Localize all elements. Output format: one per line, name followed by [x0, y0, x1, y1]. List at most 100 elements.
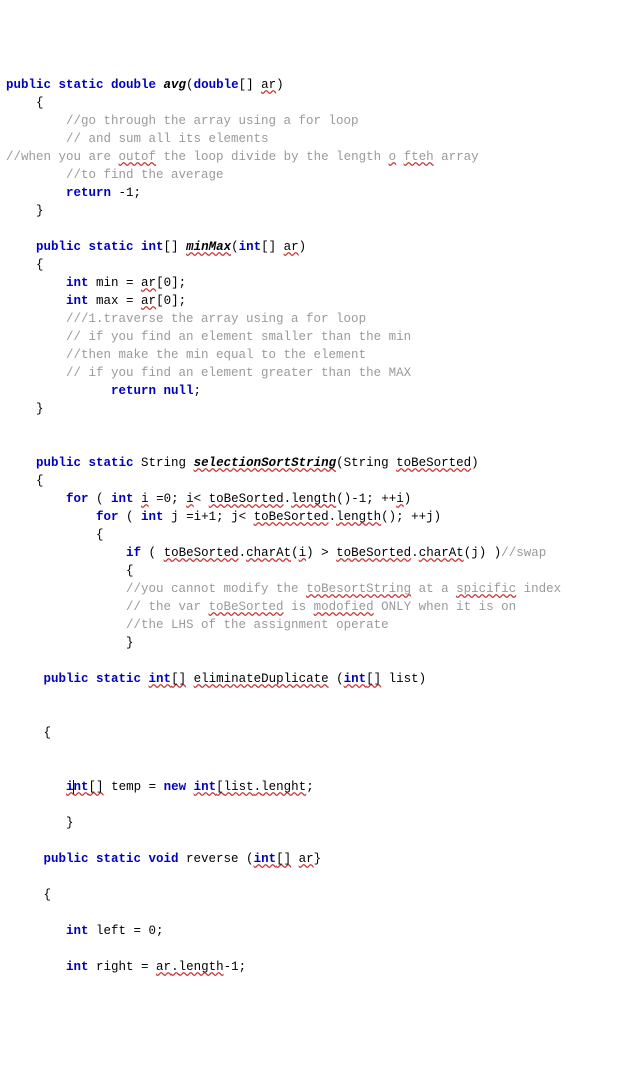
type-int: int: [344, 672, 367, 686]
field-length: lenght: [261, 780, 306, 794]
paren-close: (j) ): [464, 546, 502, 560]
paren-open: (: [231, 240, 239, 254]
lbrace: {: [36, 258, 44, 272]
comment-line: //then make the min equal to the element: [66, 348, 366, 362]
type-string: String: [141, 456, 194, 470]
method-length: length: [336, 510, 381, 524]
type-double: double: [194, 78, 239, 92]
type-int: int: [149, 672, 172, 686]
lt: <: [194, 492, 209, 506]
kw-return: return null: [111, 384, 194, 398]
param-ar: ar: [261, 78, 276, 92]
kw-public: public static double: [6, 78, 164, 92]
idx: [0];: [156, 294, 186, 308]
paren-close: ): [404, 492, 412, 506]
decl-max: max =: [89, 294, 142, 308]
comment-line: // if you find an element smaller than t…: [66, 330, 411, 344]
semi: ;: [306, 780, 314, 794]
comment-line: //the LHS of the assignment operate: [126, 618, 389, 632]
type-int: int: [194, 780, 217, 794]
comment-line: // and sum all its elements: [66, 132, 269, 146]
paren: (: [89, 492, 112, 506]
paren: (: [291, 546, 299, 560]
comment-swap: //swap: [501, 546, 546, 560]
method-length: length: [291, 492, 336, 506]
rbrace: }: [36, 402, 44, 416]
method-selsort: selectionSortString: [194, 456, 337, 470]
end: (); ++j): [381, 510, 441, 524]
kw-int: int: [66, 924, 89, 938]
type-int: int: [239, 240, 262, 254]
var-ar: ar: [141, 294, 156, 308]
return-value: -1;: [111, 186, 141, 200]
brackets: []: [171, 672, 186, 686]
kw-int: int: [111, 492, 134, 506]
method-eliminate: eliminateDuplicate: [194, 672, 329, 686]
kw-public: public static: [36, 456, 141, 470]
param-ar: ar: [284, 240, 299, 254]
paren: (: [329, 672, 344, 686]
type-int: int: [254, 852, 277, 866]
dot: .: [171, 960, 179, 974]
lbrace: {: [96, 528, 104, 542]
sp: [186, 672, 194, 686]
dot: .: [239, 546, 247, 560]
brace-typo: }: [314, 852, 322, 866]
type-int: int: [66, 780, 89, 794]
semi: ;: [194, 384, 202, 398]
kw-public: public static void: [44, 852, 179, 866]
eq: =0;: [149, 492, 187, 506]
paren-close: ): [471, 456, 479, 470]
lbrace: {: [36, 474, 44, 488]
paren: (: [141, 546, 164, 560]
var-i: i: [396, 492, 404, 506]
kw-public: public static: [44, 672, 149, 686]
param-list: list): [381, 672, 426, 686]
comment-line: //to find the average: [66, 168, 224, 182]
var-i: i: [186, 492, 194, 506]
paren-open: (String: [336, 456, 396, 470]
brackets: []: [89, 780, 104, 794]
code-editor[interactable]: public static double avg(double[] ar) { …: [6, 76, 620, 976]
comment-line: // the var toBeSorted is modofied ONLY w…: [126, 600, 516, 614]
decl-min: min =: [89, 276, 142, 290]
dot: .: [254, 780, 262, 794]
brackets: []: [239, 78, 262, 92]
var-ar: ar: [141, 276, 156, 290]
comment-line: ///1.traverse the array using a for loop: [66, 312, 366, 326]
kw-if: if: [126, 546, 141, 560]
rbrace: }: [66, 816, 74, 830]
gt: ) >: [306, 546, 336, 560]
decl-left: left = 0;: [89, 924, 164, 938]
brackets: []: [276, 852, 291, 866]
var-i: i: [299, 546, 307, 560]
rbrace: }: [36, 204, 44, 218]
var-tobesorted: toBeSorted: [336, 546, 411, 560]
lbrace: {: [36, 96, 44, 110]
lbrace: {: [44, 888, 52, 902]
param-ar: ar: [299, 852, 314, 866]
var-tobesorted: toBeSorted: [254, 510, 329, 524]
kw-int: int: [66, 960, 89, 974]
comment-line: // if you find an element greater than t…: [66, 366, 411, 380]
end: ()-1; ++: [336, 492, 396, 506]
sp: [291, 852, 299, 866]
field-length: length: [179, 960, 224, 974]
kw-for: for: [66, 492, 89, 506]
paren-open: (: [186, 78, 194, 92]
paren: (: [119, 510, 142, 524]
kw-return: return: [66, 186, 111, 200]
lbrace: {: [44, 726, 52, 740]
var-i: i: [141, 492, 149, 506]
var-ar: ar: [156, 960, 171, 974]
method-charat: charAt: [419, 546, 464, 560]
kw-int: int: [66, 276, 89, 290]
paren-close: ): [276, 78, 284, 92]
sp: [186, 780, 194, 794]
decl-temp: temp =: [104, 780, 164, 794]
end: -1;: [224, 960, 247, 974]
kw-int: int: [66, 294, 89, 308]
kw-public: public static int: [36, 240, 164, 254]
paren-close: ): [299, 240, 307, 254]
var-tobesorted: toBeSorted: [164, 546, 239, 560]
